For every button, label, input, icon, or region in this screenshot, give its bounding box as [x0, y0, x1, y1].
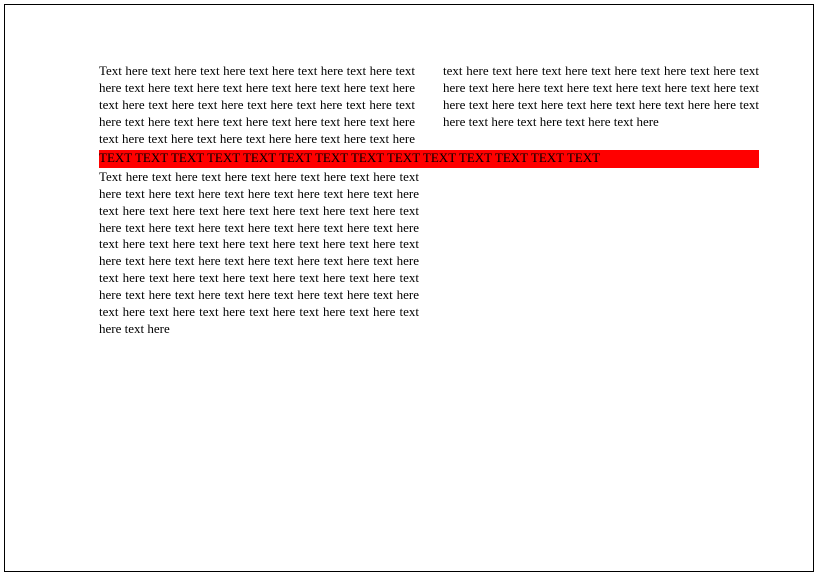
body-text-two-column: Text here text here text here text here … [99, 63, 759, 148]
highlight-band: TEXT TEXT TEXT TEXT TEXT TEXT TEXT TEXT … [99, 150, 759, 168]
body-text-single-column: Text here text here text here text here … [99, 169, 419, 338]
document-page: Text here text here text here text here … [4, 4, 814, 572]
document-content: Text here text here text here text here … [99, 63, 759, 338]
